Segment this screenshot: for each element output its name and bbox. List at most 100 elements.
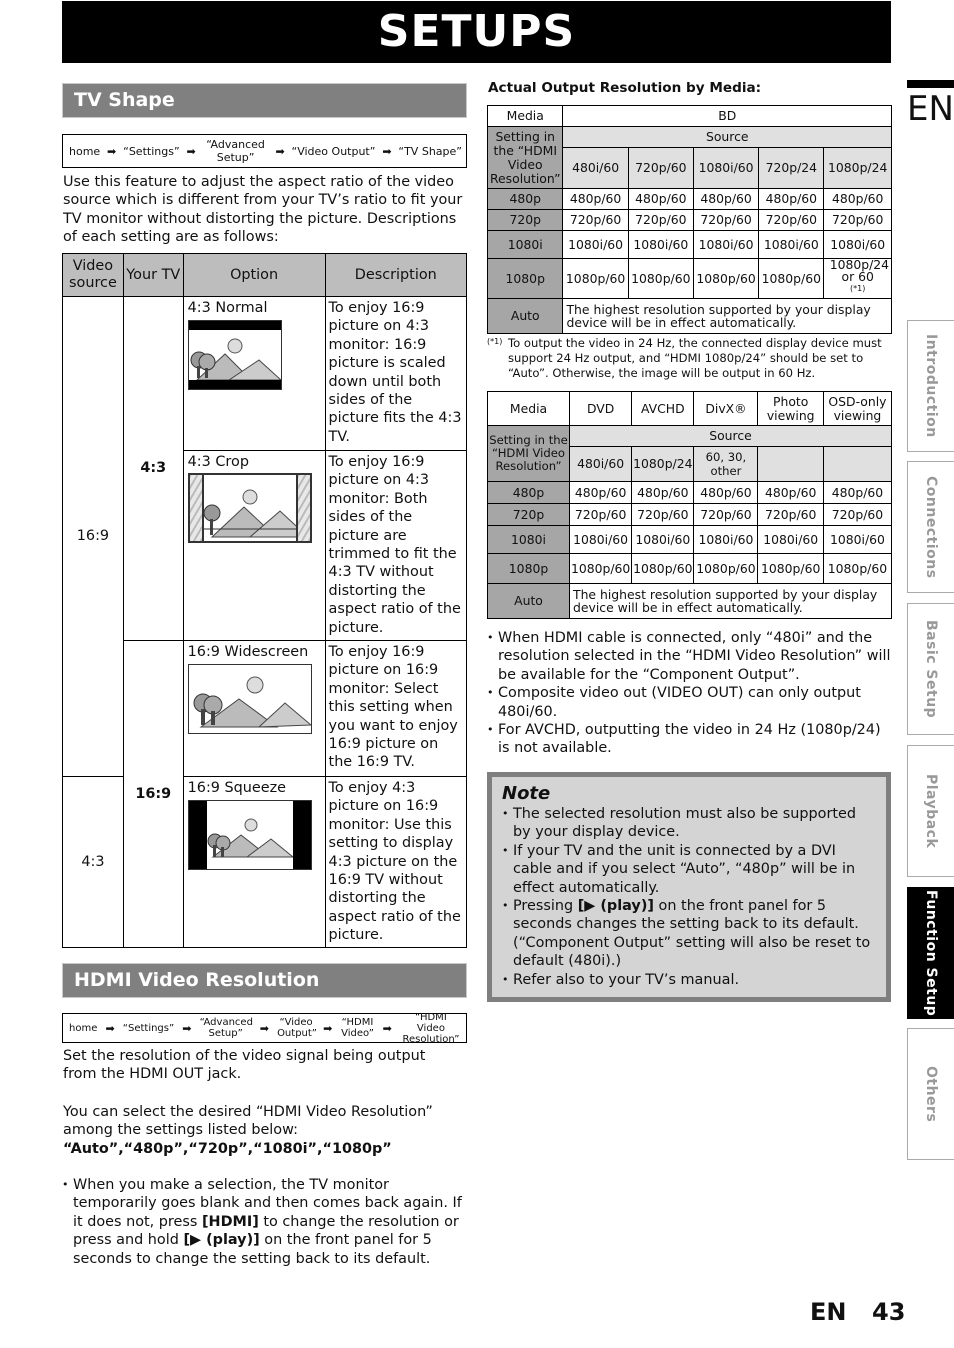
- output-value: 1080i/60: [692, 230, 760, 259]
- arrow-right-icon: ➡: [275, 144, 285, 158]
- arrow-right-icon: ➡: [182, 1021, 192, 1035]
- media-name: Photo viewing: [757, 391, 824, 426]
- hdmi-description: Set the resolution of the video signal b…: [63, 1048, 426, 1083]
- table-row: 720p 720p/60 720p/60 720p/60 720p/60 720…: [487, 503, 893, 526]
- arrow-right-icon: ➡: [105, 1021, 115, 1035]
- language-badge: EN: [907, 80, 954, 132]
- col-header-video-source: Video source: [62, 253, 124, 297]
- video-source-cell: 16:9: [62, 296, 124, 777]
- option-description: To enjoy 16:9 picture on 16:9 monitor: S…: [324, 640, 468, 777]
- setting-value: 1080p: [486, 257, 564, 300]
- breadcrumb-item: “Video Output”: [277, 1017, 317, 1039]
- source-value: 480i/60: [568, 446, 633, 482]
- breadcrumb-item: “Advanced Setup”: [206, 138, 265, 164]
- table-row: 720p 720p/60 720p/60 720p/60 720p/60 720…: [486, 209, 892, 231]
- footer-language: EN: [810, 1298, 847, 1326]
- arrow-right-icon: ➡: [259, 1021, 269, 1035]
- breadcrumb-item: home: [69, 144, 101, 158]
- pillarbox-picture-icon: [187, 800, 312, 871]
- setting-label: Setting in the “HDMI Video Resolution”: [486, 126, 564, 189]
- cropped-picture-icon: [187, 473, 312, 544]
- setting-value: 480p: [486, 188, 564, 210]
- output-value: 480p/60: [627, 188, 694, 210]
- output-value: 1080p/60: [631, 553, 695, 584]
- option-description: To enjoy 16:9 picture on 4:3 monitor: Bo…: [324, 450, 468, 641]
- breadcrumb-item: “Video Output”: [291, 144, 376, 158]
- output-value: 720p/60: [758, 209, 825, 231]
- media-name: DivX®: [693, 391, 759, 426]
- source-value: 1080p/24: [631, 446, 695, 482]
- source-value: 720p/24: [758, 147, 825, 189]
- output-value: 1080p/60: [627, 257, 694, 300]
- footnote-mark: (*1): [487, 337, 503, 346]
- col-header-option: Option: [182, 253, 326, 297]
- output-value: 720p/60: [823, 209, 892, 231]
- setting-value: Auto: [486, 298, 564, 335]
- source-value: [757, 446, 824, 482]
- output-value: 720p/60: [568, 503, 633, 526]
- output-value: 720p/60: [562, 209, 629, 231]
- table-row: 1080p 1080p/60 1080p/60 1080p/60 1080p/6…: [486, 257, 892, 300]
- your-tv-cell: 4:3: [122, 296, 184, 641]
- option-label: 16:9 Widescreen: [187, 644, 309, 660]
- output-value: 1080p/60: [758, 257, 825, 300]
- table-row: 1080i 1080i/60 1080i/60 1080i/60 1080i/6…: [487, 525, 893, 554]
- section-heading-tv-shape: TV Shape: [62, 83, 467, 118]
- side-tab-label: Others: [923, 1065, 939, 1123]
- output-value: 1080i/60: [562, 230, 629, 259]
- note-box: Note The selected resolution must also b…: [487, 772, 891, 1002]
- media-name: OSD-only viewing: [822, 391, 893, 426]
- note-item: If your TV and the unit is connected by …: [502, 842, 876, 897]
- breadcrumb-item: “Settings”: [122, 1022, 175, 1034]
- source-value: 60, 30, other: [693, 446, 759, 482]
- output-value: 480p/60: [757, 481, 824, 504]
- option-label: 16:9 Squeeze: [187, 780, 287, 796]
- section-heading-hdmi-video-resolution: HDMI Video Resolution: [62, 963, 467, 998]
- media-resolution-table: Media DVD AVCHD DivX® Photo viewing OSD-…: [487, 391, 893, 619]
- page-title: SETUPS: [62, 1, 891, 63]
- output-value: 1080p/60: [693, 553, 759, 584]
- breadcrumb-tv-shape: home ➡ “Settings” ➡ “Advanced Setup” ➡ “…: [62, 134, 467, 168]
- source-value: 480i/60: [562, 147, 629, 189]
- source-label: Source: [562, 126, 892, 148]
- output-value: 480p/60: [823, 188, 892, 210]
- output-value: 720p/60: [627, 209, 694, 231]
- note-title: Note: [502, 783, 551, 804]
- breadcrumb-item: “HDMI Video”: [341, 1017, 374, 1039]
- side-tab-function-setup[interactable]: Function Setup: [907, 887, 954, 1019]
- your-tv-cell: 16:9: [122, 640, 184, 948]
- col-header-your-tv: Your TV: [122, 253, 184, 297]
- table-row: 4:3 16:9 Squeeze To enjoy 4:3 picture on…: [62, 776, 468, 948]
- side-tab-introduction[interactable]: Introduction: [907, 320, 954, 452]
- output-value: 720p/60: [693, 503, 759, 526]
- side-tab-connections[interactable]: Connections: [907, 461, 954, 593]
- hdmi-options-list: “Auto”,“480p”,“720p”,“1080i”,“1080p”: [63, 1141, 392, 1157]
- media-name: DVD: [568, 391, 633, 426]
- side-tab-others[interactable]: Others: [907, 1028, 954, 1160]
- output-value: 480p/60: [758, 188, 825, 210]
- output-value: 1080p/60: [757, 553, 824, 584]
- setting-value: 1080p: [487, 553, 570, 584]
- table-row: 480p 480p/60 480p/60 480p/60 480p/60 480…: [487, 481, 893, 504]
- side-tab-basic-setup[interactable]: Basic Setup: [907, 603, 954, 735]
- col-header-description: Description: [324, 253, 468, 297]
- side-tab-label: Function Setup: [923, 889, 939, 1017]
- setting-label: Setting in the “HDMI Video Resolution”: [487, 425, 570, 482]
- output-value: 1080i/60: [631, 525, 695, 554]
- table-row: 16:9 4:3 4:3 Normal To enjoy 16:9 pictur…: [62, 296, 468, 777]
- footnote-text: To output the video in 24 Hz, the connec…: [508, 336, 882, 380]
- side-tab-playback[interactable]: Playback: [907, 745, 954, 877]
- output-value: 720p/60: [757, 503, 824, 526]
- play-button-ref: [▶ (play)]: [577, 898, 654, 915]
- hdmi-button-ref: [HDMI]: [201, 1213, 259, 1230]
- output-value: 720p/60: [822, 503, 893, 526]
- note-item: Pressing [▶ (play)] on the front panel f…: [502, 897, 876, 971]
- breadcrumb-item: home: [69, 1022, 98, 1034]
- note-text: Pressing: [513, 898, 578, 915]
- media-label: Media: [486, 105, 564, 127]
- breadcrumb-item: “TV Shape”: [398, 144, 462, 158]
- breadcrumb-hdmi-video-resolution: home ➡ “Settings” ➡ “Advanced Setup” ➡ “…: [62, 1012, 467, 1045]
- output-value: 480p/60: [562, 188, 629, 210]
- note-item: Refer also to your TV’s manual.: [502, 971, 876, 990]
- source-label: Source: [569, 425, 892, 447]
